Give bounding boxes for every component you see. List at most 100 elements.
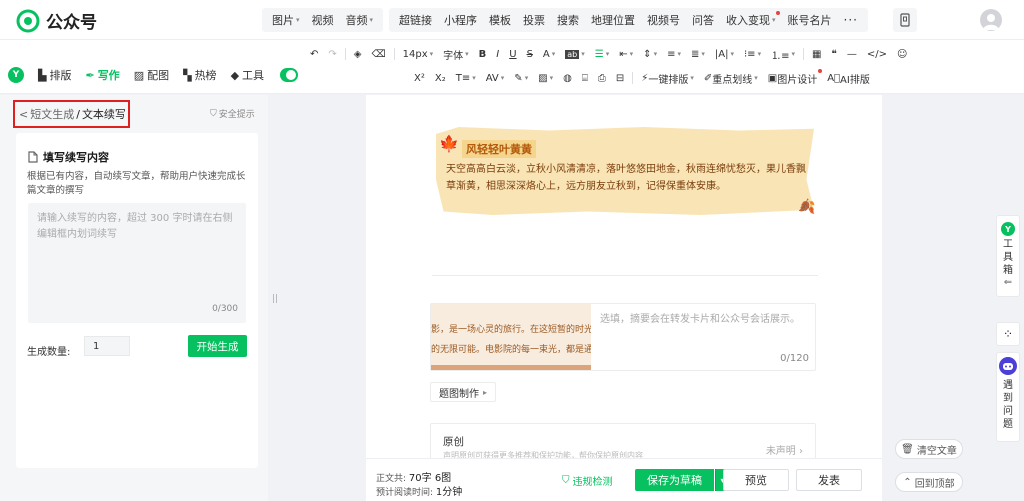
back-to-top-button[interactable]: ⌃ 回到顶部 [895,472,963,492]
eraser-icon[interactable]: ⌫ [366,45,390,63]
insert-ins2-item-2[interactable]: 模板 [483,8,517,32]
assistant-tab-2[interactable]: ▨ 配图 [128,66,175,84]
font-size-select[interactable]: 14px ▾ [398,45,439,63]
magic-wand-icon[interactable]: ✎ ▾ [509,69,533,87]
undo-icon[interactable]: ↶ [305,45,323,63]
one-key-layout-button[interactable]: ⚡ 一键排版 ▾ [636,69,699,87]
paragraph-spacing-icon[interactable]: ≣ ▾ [686,45,710,63]
font-family-select[interactable]: 字体 ▾ [438,45,474,63]
publish-button[interactable]: 发表 [796,469,862,491]
assistant-toggle[interactable] [280,68,299,82]
back-icon[interactable]: < [19,108,28,121]
insert-ins2-item-3[interactable]: 投票 [517,8,551,32]
insert-ins2-item-7[interactable]: 问答 [686,8,720,32]
insert-ins2-item-4[interactable]: 搜索 [551,8,585,32]
indent-icon[interactable]: ⇤ ▾ [614,45,638,63]
insert-ins1-item-1[interactable]: 视频 [306,8,340,32]
more-button[interactable]: ··· [838,8,864,32]
start-generate-button[interactable]: 开始生成 [188,335,247,357]
breadcrumb-parent[interactable]: 短文生成 [30,106,74,122]
ordered-list-icon[interactable]: ⒈≡ ▾ [766,45,800,63]
compliance-check-label: 违规检测 [572,477,613,488]
letter-spacing-icon[interactable]: |A| ▾ [710,45,739,63]
insert-ins2-item-8[interactable]: 收入变现 ▾ [720,8,782,32]
cover-image[interactable]: 影，是一场心灵的旅行。在这短暂的时光里 的无限可能。电影院的每一束光，都是通往 [431,304,591,370]
toolbox-button[interactable]: Y 工 具 箱 ⇐ [996,215,1020,297]
layout-icon: ▙ [38,68,47,82]
original-declaration[interactable]: 原创 声明原创可获得更多推荐和保护功能，帮你保护原创内容 未声明 › [430,423,816,463]
text-scale-icon[interactable]: AV ▾ [481,69,510,87]
read-time: 预计阅读时间: 1分钟 [376,487,463,498]
help-button[interactable]: 遇 到 问 题 [996,352,1020,442]
subscript-button[interactable]: X₂ [430,69,451,87]
preview-button[interactable]: 预览 [723,469,789,491]
export-icon[interactable]: ⎙ [593,69,611,87]
format-painter-icon[interactable]: ◈ [349,45,367,63]
underline-button[interactable]: U [504,45,521,63]
image-icon: ▨ [133,68,145,82]
insert-ins2-item-5[interactable]: 地理位置 [585,8,641,32]
code-icon[interactable]: </> [862,45,892,63]
pen-icon: ✒ [85,68,95,82]
banner-title: 风轻轻叶黄黄 [462,140,536,158]
html-icon[interactable]: ⌸ [577,69,593,87]
align-left-icon[interactable]: ☰ ▾ [590,45,614,63]
card-title-text: 填写续写内容 [43,151,109,164]
generate-count-input[interactable]: 1 [84,336,130,356]
insert-ins1-item-2[interactable]: 音频 ▾ [340,8,380,32]
clear-article-button[interactable]: 🗑 清空文章 [895,439,963,459]
image-design-button[interactable]: ▣ 图片设计 [763,69,823,87]
assistant-tab-3[interactable]: ▚ 热榜 [177,66,222,84]
trash-icon: 🗑 [901,443,914,455]
ai-layout-button[interactable]: A⃞ AI排版 [822,69,875,87]
bookmark-icon: ▚ [183,68,192,82]
redo-icon[interactable]: ↷ [323,45,341,63]
chevron-down-icon: ▾ [296,16,300,24]
assistant-tab-4[interactable]: ◆ 工具 [225,66,270,84]
generate-count-label: 生成数量: [27,347,71,358]
cube-icon: ◆ [230,68,240,82]
line-height-icon[interactable]: ⇕ ▾ [638,45,662,63]
palette-icon[interactable]: ◍ [558,69,577,87]
digest-input[interactable]: 选填，摘要会在转发卡片和公众号会话展示。 [600,310,800,325]
original-label: 原创 [443,436,464,448]
image-insert-icon[interactable]: ▨ ▾ [533,69,558,87]
emoji-icon[interactable]: ☺ [892,45,912,63]
phone-preview-button[interactable] [893,8,917,32]
unordered-list-icon[interactable]: ⁝≡ ▾ [739,45,766,63]
insert-ins2-item-0[interactable]: 超链接 [393,8,438,32]
highlight-line-button[interactable]: ✐ 重点划线 ▾ [699,69,763,87]
cover-text-line-1: 影，是一场心灵的旅行。在这短暂的时光里 [431,325,591,335]
insert-ins2-item-9[interactable]: 账号名片 [782,8,838,32]
text-spacing-icon[interactable]: T≡ ▾ [451,69,481,87]
insert-ins2-item-1[interactable]: 小程序 [438,8,483,32]
compliance-check-button[interactable]: ⛉ 违规检测 [562,473,613,488]
italic-button[interactable]: I [491,45,504,63]
strikethrough-button[interactable]: S [522,45,538,63]
assistant-tab-0[interactable]: ▙ 排版 [32,66,77,84]
card-description: 根据已有内容，自动续写文章，帮助用户快速完成长篇文章的撰写 [27,171,246,196]
table-icon[interactable]: ▦ [807,45,826,63]
cover-make-button[interactable]: 题图制作 ▸ [430,382,497,402]
save-draft-button[interactable]: 保存为草稿 [635,469,714,491]
insert-ins1-item-0[interactable]: 图片 ▾ [266,8,306,32]
assistant-tab-1[interactable]: ✒ 写作 [79,66,125,84]
bold-button[interactable]: B [474,45,492,63]
divider-icon[interactable]: — [842,45,862,63]
avatar[interactable] [980,9,1002,31]
logo[interactable]: 公众号 [16,8,97,33]
top-nav: 公众号 图片 ▾ 视频 音频 ▾ 超链接 小程序 模板 投票 搜索 地理位置 视频号 问答 收入变现 ▾ 账… [0,0,1024,40]
continue-content-input[interactable]: 请输入续写的内容，超过 300 字时请在右侧编辑框内划词续写 0/300 [28,203,246,323]
superscript-button[interactable]: X² [409,69,430,87]
article-banner: 🍁 风轻轻叶黄黄 天空高高白云淡，立秋小风清清凉，落叶悠悠田地金，秋雨连绵忧愁灭… [436,127,815,215]
insert-ins2-item-6[interactable]: 视频号 [641,8,686,32]
background-color-button[interactable]: ab ▾ [560,45,590,63]
quote-icon[interactable]: ❝ [826,45,841,63]
apps-grid-icon[interactable]: ⁘ [996,322,1020,346]
article-editor[interactable]: 🍁 风轻轻叶黄黄 天空高高白云淡，立秋小风清清凉，落叶悠悠田地金，秋雨连绵忧愁灭… [366,95,882,501]
font-color-button[interactable]: A ▾ [538,45,560,63]
spacing-icon[interactable]: ≡ ▾ [662,45,686,63]
template-icon[interactable]: ⊟ [611,69,629,87]
safety-tip-link[interactable]: ⛉ 安全提示 [210,107,255,121]
panel-collapse-handle[interactable]: || [270,287,280,311]
